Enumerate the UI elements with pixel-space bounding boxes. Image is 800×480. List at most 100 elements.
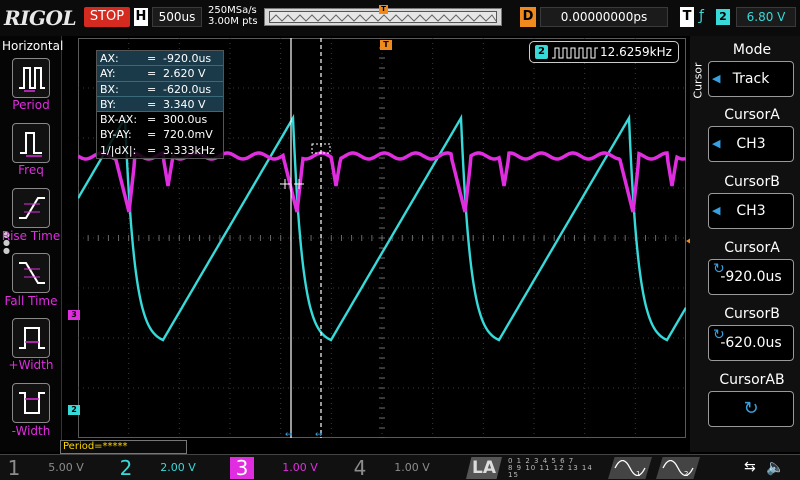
negative-width-icon — [19, 392, 45, 414]
trigger-level-value[interactable]: 6.80 V — [736, 7, 796, 27]
menu-side-tab: Cursor — [690, 36, 706, 146]
cursor-a-position-softkey[interactable]: CursorA ↻ -920.0us — [706, 238, 798, 300]
cursor-b-source-softkey[interactable]: CursorB ◀ CH3 — [706, 172, 798, 234]
negative-width-measure-button[interactable] — [12, 383, 50, 423]
channel-number: 3 — [230, 457, 254, 479]
logic-channel-map: 0 1 2 3 4 5 6 7 8 9 10 11 12 13 14 15 — [508, 457, 593, 479]
cursor-row-bx: BX: = -620.0us — [97, 81, 223, 97]
acquisition-info: 250MSa/s 3.00M pts — [208, 5, 258, 27]
measure-category-title: Horizontal — [2, 39, 64, 53]
softkey-title: CursorAB — [719, 372, 785, 388]
square-wave-icon — [552, 47, 598, 59]
svg-text:↔: ↔ — [315, 430, 323, 438]
dropdown-arrow-icon: ◀ — [712, 204, 721, 217]
cursor-mode-softkey[interactable]: Mode ◀ Track — [706, 40, 798, 102]
channel-scale: 1.00 V — [394, 461, 430, 474]
channel-3-indicator[interactable]: 3 1.00 V — [230, 457, 346, 479]
cursor-ab-softkey[interactable]: CursorAB ↻ — [706, 370, 798, 432]
generator-2-button[interactable]: 2 — [656, 457, 700, 479]
softkey-value: ◀ Track — [708, 61, 794, 97]
fall-time-label: Fall Time — [4, 294, 58, 308]
channel-3-offset-marker[interactable]: 3 — [68, 310, 80, 320]
trigger-time-marker[interactable]: T — [380, 40, 392, 50]
cursor-a-source-softkey[interactable]: CursorA ◀ CH3 — [706, 105, 798, 167]
knob-icon: ↻ — [743, 398, 759, 419]
trigger-slope-icon: ƒ — [699, 8, 704, 24]
channel-scale: 1.00 V — [282, 461, 318, 474]
negative-width-label: -Width — [11, 424, 51, 438]
softkey-value: ↻ -920.0us — [708, 259, 794, 295]
trigger-source: 2 — [716, 9, 730, 25]
knob-icon: ↻ — [713, 261, 725, 277]
softkey-title: Mode — [732, 42, 772, 58]
rise-time-measure-button[interactable] — [12, 188, 50, 228]
cursor-menu: Cursor Mode ◀ Track CursorA ◀ CH3 CursorB … — [690, 36, 800, 452]
period-measure-button[interactable] — [12, 58, 50, 98]
positive-width-label: +Width — [8, 358, 54, 372]
status-bar: RIGOL STOP H 500us 250MSa/s 3.00M pts T … — [0, 0, 800, 36]
trigger-label: T — [680, 7, 694, 27]
cursor-row-dx: BX-AX: = 300.0us — [100, 113, 208, 127]
cursor-readout-panel: AX: = -920.0us AY: = 2.620 V BX: = -620.0us BY… — [96, 50, 224, 160]
rise-time-label: Rise Time — [1, 229, 61, 243]
knob-icon: ↻ — [713, 327, 725, 343]
horizontal-delay-value[interactable]: 0.00000000ps — [540, 7, 668, 27]
cursor-row-by: BY: = 3.340 V — [97, 96, 223, 113]
memory-depth: 3.00M pts — [208, 16, 258, 27]
cursor-position-arrows: ↔ ↔ — [285, 430, 323, 438]
channel-number: 1 — [7, 456, 21, 480]
cursor-b-position-softkey[interactable]: CursorB ↻ -620.0us — [706, 304, 798, 366]
svg-text:1: 1 — [636, 470, 640, 476]
frequency-counter: 2 12.6259kHz — [529, 41, 679, 63]
svg-text:↔: ↔ — [285, 430, 293, 438]
softkey-value: ◀ CH3 — [708, 193, 794, 229]
freq-measure-button[interactable] — [12, 123, 50, 163]
timebase-value[interactable]: 500us — [152, 7, 202, 27]
logic-analyzer-button[interactable]: LA — [466, 457, 502, 479]
dropdown-arrow-icon: ◀ — [712, 137, 721, 150]
freq-label: Freq — [18, 163, 44, 177]
channel-number: 4 — [353, 456, 367, 480]
channel-status-bar: 1 5.00 V 2 2.00 V 3 1.00 V 4 1.00 V LA 0… — [0, 454, 800, 480]
speaker-mute-icon[interactable]: 🔈 — [766, 458, 785, 476]
sine-wave-icon: 1 — [614, 460, 646, 476]
softkey-value: ◀ CH3 — [708, 126, 794, 162]
cursor-row-ax: AX: = -920.0us — [97, 51, 223, 67]
softkey-title: CursorB — [724, 174, 780, 190]
sample-rate: 250MSa/s — [208, 5, 257, 16]
delay-label: D — [520, 7, 536, 27]
measure-sidebar: Horizontal Period Freq ● ● ● Rise Time Fal… — [0, 36, 64, 452]
channel-scale: 2.00 V — [160, 461, 196, 474]
generator-1-button[interactable]: 1 — [608, 457, 652, 479]
menu-title: Cursor — [691, 62, 705, 99]
trigger-position-marker: T — [379, 5, 388, 14]
softkey-value: ↻ -620.0us — [708, 325, 794, 361]
measurement-result-bar: Period=***** — [60, 440, 187, 454]
run-stop-status[interactable]: STOP — [84, 7, 130, 27]
positive-width-measure-button[interactable] — [12, 318, 50, 358]
cursor-row-ay: AY: = 2.620 V — [97, 66, 223, 82]
sine-wave-icon: 2 — [662, 460, 694, 476]
channel-scale: 5.00 V — [48, 461, 84, 474]
timebase-label: H — [134, 8, 148, 26]
cursor-row-dy: BY-AY: = 720.0mV — [100, 128, 213, 142]
channel-2-offset-marker[interactable]: 2 — [68, 405, 80, 415]
channel-number: 2 — [119, 456, 133, 480]
rise-time-icon — [19, 197, 45, 219]
counter-frequency: 12.6259kHz — [600, 45, 672, 59]
fall-time-icon — [19, 262, 45, 284]
counter-channel: 2 — [535, 45, 548, 59]
period-label: Period — [12, 98, 50, 112]
softkey-value: ↻ — [708, 391, 794, 427]
channel-2-indicator[interactable]: 2 2.00 V — [114, 457, 224, 479]
fall-time-measure-button[interactable] — [12, 253, 50, 293]
channel-4-indicator[interactable]: 4 1.00 V — [348, 457, 458, 479]
period-icon — [19, 67, 45, 92]
usb-icon: ⇆ — [744, 459, 756, 475]
softkey-title: CursorA — [724, 107, 780, 123]
brand-logo: RIGOL — [4, 6, 77, 30]
channel-1-indicator[interactable]: 1 5.00 V — [2, 457, 112, 479]
dropdown-arrow-icon: ◀ — [712, 72, 721, 85]
cursor-row-inv-dx: 1/|dX|: = 3.333kHz — [100, 143, 215, 157]
svg-text:2: 2 — [684, 470, 688, 476]
